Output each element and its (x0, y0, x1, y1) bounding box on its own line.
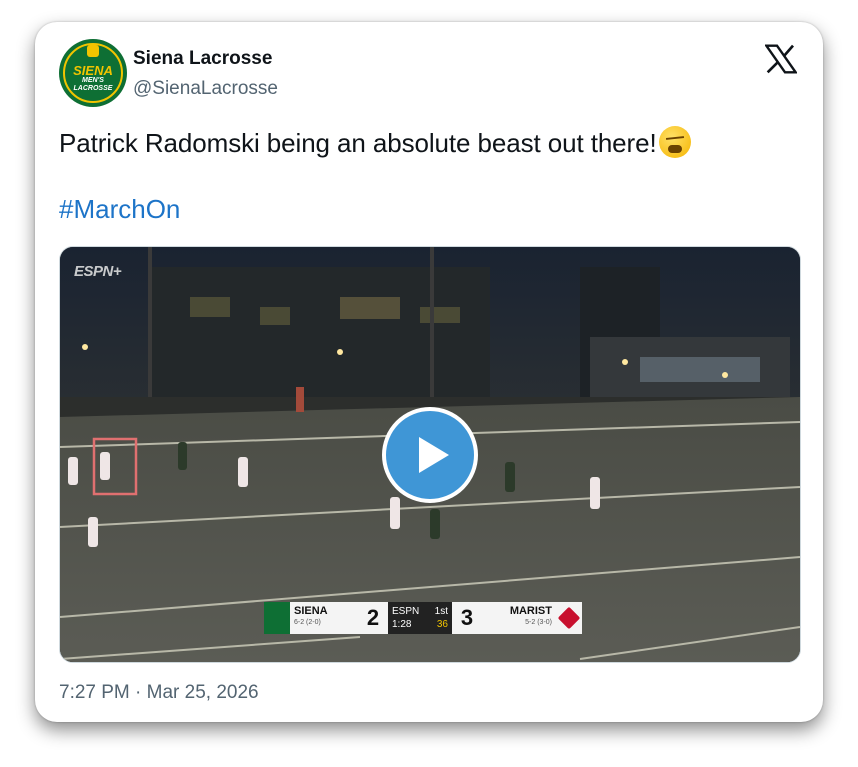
avatar-logo-text: SIENA MEN'S LACROSSE (73, 64, 113, 93)
tweet-timestamp[interactable]: 7:27 PM · Mar 25, 2026 (59, 682, 259, 704)
marist-logo-icon (556, 602, 582, 634)
avatar-logo-line-1: SIENA (73, 62, 113, 78)
avatar-logo-line-3: LACROSSE (73, 84, 113, 92)
account-handle[interactable]: @SienaLacrosse (133, 78, 278, 100)
avatar-logo-line-2: MEN'S (82, 76, 104, 84)
away-team-record: 5-2 (3-0) (525, 619, 552, 626)
away-score: 3 (452, 602, 482, 634)
saint-mascot-icon (87, 45, 99, 57)
network-label: ESPN (392, 606, 420, 617)
away-team: MARIST 5-2 (3-0) (482, 602, 556, 634)
game-clock-panel: ESPN 1st 1:28 36 (388, 602, 452, 634)
tweet-body: Patrick Radomski being an absolute beast… (59, 128, 657, 158)
face-with-steam-from-nose-icon (658, 126, 691, 158)
home-team: SIENA 6-2 (2-0) (290, 602, 358, 634)
broadcaster-logo: ESPN+ (74, 263, 122, 280)
away-team-name: MARIST (509, 605, 552, 617)
shot-clock: 36 (436, 619, 448, 630)
game-clock: 1:28 (392, 619, 412, 630)
account-avatar[interactable]: SIENA MEN'S LACROSSE (59, 39, 127, 107)
period-label: 1st (434, 606, 448, 617)
display-name[interactable]: Siena Lacrosse (133, 48, 272, 70)
play-button[interactable] (382, 407, 478, 503)
hashtag-link[interactable]: #MarchOn (59, 194, 180, 225)
tweet-text: Patrick Radomski being an absolute beast… (59, 126, 691, 159)
video-player[interactable]: ESPN+ SIENA 6-2 (2-0) 2 ESPN 1st 1:28 36 (59, 246, 801, 663)
home-team-name: SIENA (294, 605, 328, 617)
home-score: 2 (358, 602, 388, 634)
siena-logo-icon (264, 602, 290, 634)
play-icon (419, 437, 449, 473)
tweet-card: SIENA MEN'S LACROSSE Siena Lacrosse @Sie… (35, 22, 823, 722)
home-team-record: 6-2 (2-0) (294, 619, 321, 626)
x-logo-icon[interactable] (765, 44, 797, 74)
scoreboard-overlay: SIENA 6-2 (2-0) 2 ESPN 1st 1:28 36 3 MAR… (264, 602, 590, 634)
